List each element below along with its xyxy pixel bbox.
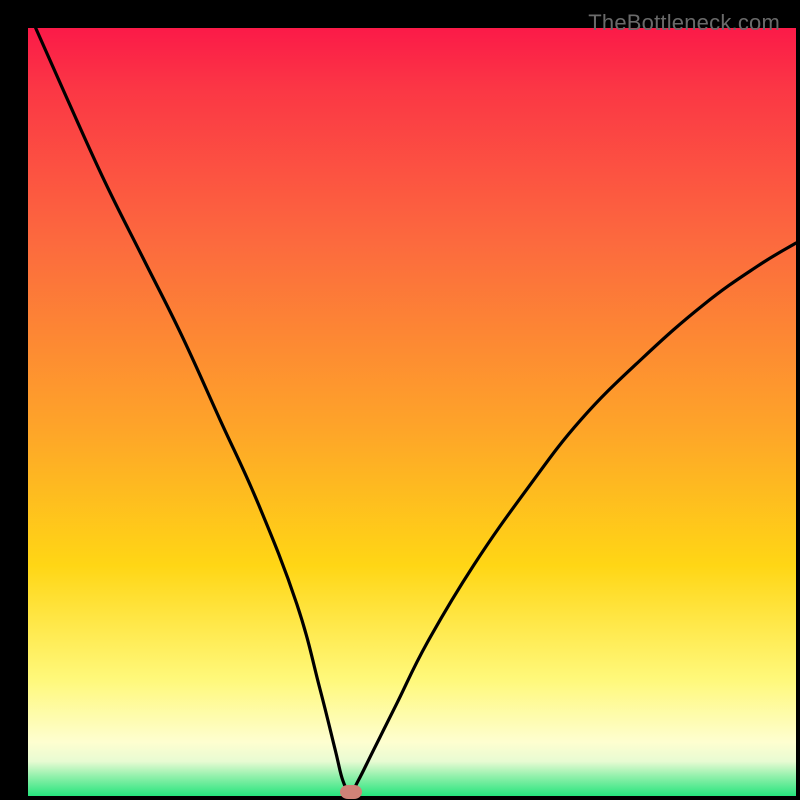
optimal-marker <box>340 785 362 799</box>
bottleneck-curve <box>28 28 796 796</box>
watermark-text: TheBottleneck.com <box>588 10 780 36</box>
plot-area <box>28 28 796 796</box>
chart-frame: TheBottleneck.com <box>12 12 788 788</box>
